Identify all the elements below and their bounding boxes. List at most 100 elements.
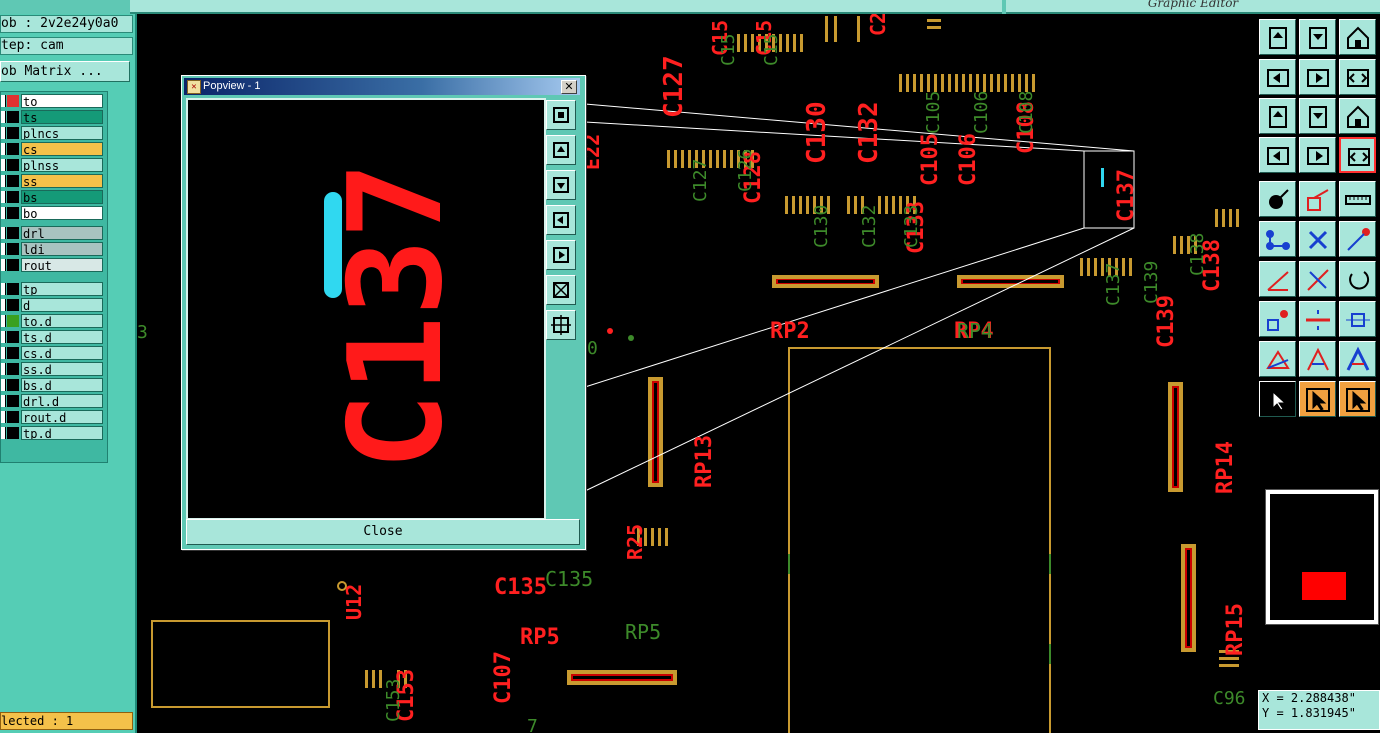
minimap[interactable] bbox=[1265, 489, 1379, 625]
layer-swatch[interactable] bbox=[7, 299, 19, 311]
layer-row-plnss[interactable]: plnss bbox=[1, 158, 105, 172]
layer-row-ldi[interactable]: ldi bbox=[1, 242, 105, 256]
layer-row-to[interactable]: to bbox=[1, 94, 105, 108]
layer-row-rout[interactable]: rout bbox=[1, 258, 105, 272]
zoom-back-icon[interactable] bbox=[1339, 59, 1376, 95]
layer-name[interactable]: cs.d bbox=[21, 346, 103, 360]
layer-checkbox[interactable] bbox=[1, 175, 6, 187]
layer-name[interactable]: to.d bbox=[21, 314, 103, 328]
layer-swatch[interactable] bbox=[7, 331, 19, 343]
layer-checkbox[interactable] bbox=[1, 283, 6, 295]
layer-name[interactable]: bo bbox=[21, 206, 103, 220]
layer-checkbox[interactable] bbox=[1, 411, 6, 423]
layer-row-ss-d[interactable]: ss.d bbox=[1, 362, 105, 376]
layer-name[interactable]: drl bbox=[21, 226, 103, 240]
rotate-icon[interactable] bbox=[1339, 261, 1376, 297]
layer-swatch[interactable] bbox=[7, 159, 19, 171]
popview-fit-icon[interactable] bbox=[546, 275, 576, 305]
layer-swatch[interactable] bbox=[7, 95, 19, 107]
layer-name[interactable]: plnss bbox=[21, 158, 103, 172]
link-icon[interactable] bbox=[1339, 221, 1376, 257]
zoom-profile-icon[interactable] bbox=[1299, 98, 1336, 134]
popview-pan-up-icon[interactable] bbox=[546, 135, 576, 165]
layer-name[interactable]: plncs bbox=[21, 126, 103, 140]
layer-checkbox[interactable] bbox=[1, 143, 6, 155]
zoom-out-icon[interactable] bbox=[1299, 19, 1336, 55]
layer-checkbox[interactable] bbox=[1, 331, 6, 343]
measure-icon[interactable] bbox=[1299, 137, 1336, 173]
layer-name[interactable]: ss.d bbox=[21, 362, 103, 376]
select-icon[interactable] bbox=[1259, 381, 1296, 417]
layer-swatch[interactable] bbox=[7, 347, 19, 359]
layer-checkbox[interactable] bbox=[1, 363, 6, 375]
layer-row-cs-d[interactable]: cs.d bbox=[1, 346, 105, 360]
grid-icon[interactable] bbox=[1259, 301, 1296, 337]
layer-name[interactable]: to bbox=[21, 94, 103, 108]
layer-name[interactable]: tp.d bbox=[21, 426, 103, 440]
layer-checkbox[interactable] bbox=[1, 427, 6, 439]
layer-row-drl-d[interactable]: drl.d bbox=[1, 394, 105, 408]
layer-row-drl[interactable]: drl bbox=[1, 226, 105, 240]
triangle-icon[interactable] bbox=[1259, 341, 1296, 377]
layer-name[interactable]: rout.d bbox=[21, 410, 103, 424]
layer-swatch[interactable] bbox=[7, 411, 19, 423]
layer-swatch[interactable] bbox=[7, 227, 19, 239]
layer-name[interactable]: cs bbox=[21, 142, 103, 156]
triangle-two-icon[interactable] bbox=[1299, 341, 1336, 377]
layer-name[interactable]: bs bbox=[21, 190, 103, 204]
close-button[interactable]: Close bbox=[186, 519, 580, 545]
layer-row-to-d[interactable]: to.d bbox=[1, 314, 105, 328]
layer-swatch[interactable] bbox=[7, 379, 19, 391]
layer-swatch[interactable] bbox=[7, 175, 19, 187]
layer-checkbox[interactable] bbox=[1, 95, 6, 107]
layer-checkbox[interactable] bbox=[1, 347, 6, 359]
layer-checkbox[interactable] bbox=[1, 159, 6, 171]
layer-swatch[interactable] bbox=[7, 427, 19, 439]
pointer-icon[interactable] bbox=[1259, 181, 1296, 217]
triangle-three-icon[interactable] bbox=[1339, 341, 1376, 377]
layer-checkbox[interactable] bbox=[1, 111, 6, 123]
layer-name[interactable]: drl.d bbox=[21, 394, 103, 408]
popview-canvas[interactable]: C137 bbox=[186, 98, 546, 520]
layer-row-rout-d[interactable]: rout.d bbox=[1, 410, 105, 424]
layer-row-ts-d[interactable]: ts.d bbox=[1, 330, 105, 344]
layer-checkbox[interactable] bbox=[1, 315, 6, 327]
popview-pan-down-icon[interactable] bbox=[546, 170, 576, 200]
layer-name[interactable]: ts bbox=[21, 110, 103, 124]
layer-name[interactable]: ldi bbox=[21, 242, 103, 256]
cross-icon[interactable] bbox=[1299, 221, 1336, 257]
node-icon[interactable] bbox=[1259, 221, 1296, 257]
layer-swatch[interactable] bbox=[7, 395, 19, 407]
layer-name[interactable]: ss bbox=[21, 174, 103, 188]
pan-right-icon[interactable] bbox=[1299, 59, 1336, 95]
layer-row-ss[interactable]: ss bbox=[1, 174, 105, 188]
popview-pan-right-icon[interactable] bbox=[546, 240, 576, 270]
layer-checkbox[interactable] bbox=[1, 127, 6, 139]
layer-checkbox[interactable] bbox=[1, 207, 6, 219]
layer-swatch[interactable] bbox=[7, 283, 19, 295]
zoom-in-icon[interactable] bbox=[1259, 19, 1296, 55]
layer-swatch[interactable] bbox=[7, 111, 19, 123]
layer-swatch[interactable] bbox=[7, 207, 19, 219]
line-icon[interactable] bbox=[1299, 301, 1336, 337]
layer-row-cs[interactable]: cs bbox=[1, 142, 105, 156]
layer-swatch[interactable] bbox=[7, 191, 19, 203]
layer-row-bs-d[interactable]: bs.d bbox=[1, 378, 105, 392]
home-icon[interactable] bbox=[1339, 19, 1376, 55]
layer-checkbox[interactable] bbox=[1, 299, 6, 311]
area-icon[interactable] bbox=[1299, 181, 1336, 217]
layer-row-d[interactable]: d bbox=[1, 298, 105, 312]
layer-checkbox[interactable] bbox=[1, 243, 6, 255]
layer-swatch[interactable] bbox=[7, 127, 19, 139]
popview-zoom-in-icon[interactable] bbox=[546, 100, 576, 130]
layer-checkbox[interactable] bbox=[1, 191, 6, 203]
layer-checkbox[interactable] bbox=[1, 259, 6, 271]
layer-row-plncs[interactable]: plncs bbox=[1, 126, 105, 140]
layer-name[interactable]: rout bbox=[21, 258, 103, 272]
layer-name[interactable]: tp bbox=[21, 282, 103, 296]
layer-row-bs[interactable]: bs bbox=[1, 190, 105, 204]
slash-icon[interactable] bbox=[1299, 261, 1336, 297]
layer-checkbox[interactable] bbox=[1, 395, 6, 407]
angle-icon[interactable] bbox=[1259, 261, 1296, 297]
layer-swatch[interactable] bbox=[7, 243, 19, 255]
